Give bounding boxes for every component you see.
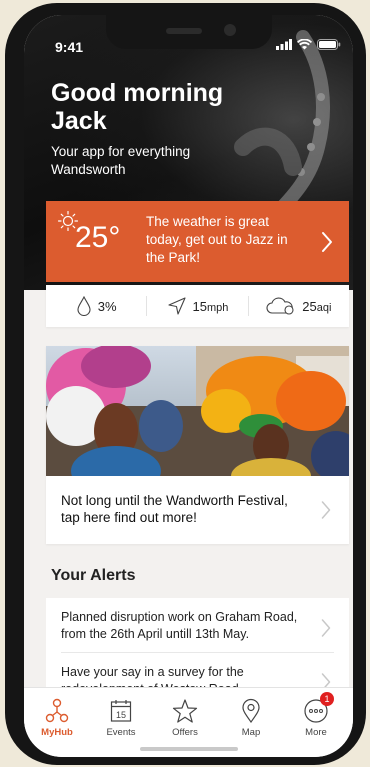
weather-message: The weather is great today, get out to J…: [146, 214, 288, 265]
alert-item[interactable]: Planned disruption work on Graham Road, …: [61, 609, 311, 643]
chevron-right-icon: [321, 501, 331, 519]
festival-card[interactable]: Not long until the Wandworth Festival, t…: [46, 346, 349, 544]
aqi-value: 25: [302, 298, 317, 314]
weather-card[interactable]: 25° The weather is great today, get out …: [46, 201, 349, 282]
chevron-right-icon: [322, 232, 332, 252]
cloud-icon: [266, 297, 294, 315]
alerts-list: Planned disruption work on Graham Road, …: [46, 598, 349, 698]
status-icons: [276, 39, 341, 50]
raindrop-icon: [77, 296, 91, 316]
rain-stat: 3%: [46, 296, 146, 316]
temperature-value: 25°: [75, 221, 121, 254]
divider: [61, 652, 334, 653]
wind-stat: 15mph: [146, 296, 247, 316]
calendar-day: 15: [116, 710, 126, 720]
tab-label: MyHub: [41, 727, 73, 738]
phone-frame: Good morning Jack Your app for everythin…: [5, 3, 366, 765]
tab-map[interactable]: Map: [221, 698, 281, 738]
wind-unit: mph: [207, 301, 229, 314]
wind-value: 15: [192, 298, 208, 314]
tab-label: Events: [106, 727, 136, 738]
tab-myhub[interactable]: MyHub: [27, 698, 87, 738]
tab-more[interactable]: More 1: [286, 692, 346, 738]
status-time: 9:41: [55, 39, 84, 55]
wind-direction-icon: [167, 297, 186, 315]
festival-photo: [46, 346, 349, 476]
star-icon: [172, 699, 198, 723]
aqi-unit: aqi: [316, 301, 332, 314]
festival-cta-text: Not long until the Wandworth Festival, t…: [61, 493, 288, 525]
alerts-heading: Your Alerts: [51, 567, 136, 584]
tab-label: Offers: [172, 727, 198, 738]
hub-icon: [45, 698, 69, 723]
battery-icon: [317, 39, 341, 50]
notification-badge: 1: [320, 692, 334, 706]
notch: [106, 15, 272, 49]
tab-events[interactable]: 15 Events: [91, 698, 151, 738]
rain-value: 3%: [97, 298, 117, 314]
wifi-icon: [297, 39, 312, 50]
weather-stats-bar: 3% 15mph 25aqi: [46, 285, 349, 327]
aqi-stat: 25aqi: [247, 296, 349, 316]
greeting-heading: Good morning Jack: [51, 79, 224, 135]
signal-icon: [276, 39, 292, 50]
map-pin-icon: [242, 698, 260, 724]
chevron-right-icon: [321, 619, 331, 637]
tab-offers[interactable]: Offers: [155, 698, 215, 738]
home-indicator: [140, 747, 238, 751]
calendar-icon: 15: [110, 700, 132, 722]
tab-label: Map: [241, 727, 261, 738]
tab-label: More: [305, 727, 327, 738]
app-screen: Good morning Jack Your app for everythin…: [24, 15, 353, 757]
app-subtitle: Your app for everything Wandsworth: [51, 144, 191, 177]
